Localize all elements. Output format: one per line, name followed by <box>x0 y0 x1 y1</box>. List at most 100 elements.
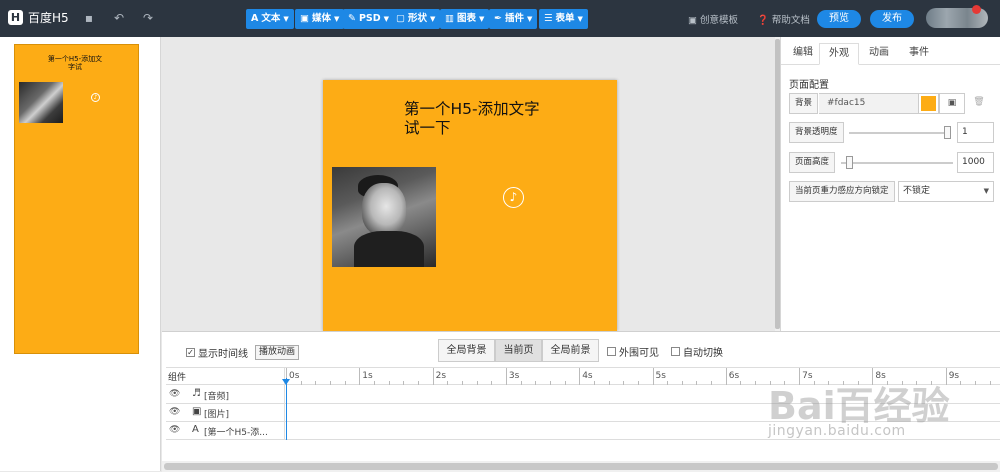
tab-animation[interactable]: 动画 <box>861 43 897 65</box>
bg-image-button[interactable]: ▣ <box>939 93 965 114</box>
ruler-tick-label: 9s <box>948 371 960 381</box>
image-icon: ▣ <box>300 13 309 24</box>
timeline-row[interactable]: 👁 A [第一个H5-添... <box>166 422 1000 440</box>
outer-visible-checkbox[interactable]: 外围可见 <box>607 344 659 359</box>
tab-edit[interactable]: 编辑 <box>787 43 819 65</box>
ruler-minor-tick <box>784 381 786 385</box>
template-icon: ▣ <box>688 15 700 26</box>
ruler-major-tick <box>505 368 507 385</box>
square-icon: ▢ <box>396 13 405 24</box>
psd-menu-button[interactable]: ✎ PSD ▼ <box>343 9 395 29</box>
eye-icon[interactable]: 👁 <box>169 389 180 399</box>
music-icon[interactable]: ♪ <box>503 187 524 208</box>
current-page-button[interactable]: 当前页 <box>495 339 542 362</box>
shape-menu-button[interactable]: ▢ 形状 ▼ <box>391 9 441 29</box>
page-height-slider-handle[interactable] <box>846 156 854 169</box>
media-menu-button[interactable]: ▣ 媒体 ▼ <box>295 9 345 29</box>
canvas-area: 第一个H5-添加文字试一下 ♪ <box>162 37 779 331</box>
bg-color-picker[interactable] <box>918 93 939 114</box>
ruler-minor-tick <box>535 381 537 385</box>
bg-label: 背景 <box>789 93 819 114</box>
ruler-minor-tick <box>520 381 522 385</box>
help-doc-link[interactable]: ❓ 帮助文档 <box>757 12 810 26</box>
thumbnail-title: 第一个H5-添加文字试 <box>47 55 103 71</box>
ruler-minor-tick <box>857 381 859 385</box>
ruler-minor-tick <box>989 381 991 385</box>
publish-button[interactable]: 发布 <box>870 10 914 28</box>
undo-icon[interactable]: ↶ <box>112 11 126 25</box>
page-text-element[interactable]: 第一个H5-添加文字试一下 <box>404 100 554 138</box>
ruler-major-tick <box>725 368 727 385</box>
timeline-scroll-thumb[interactable] <box>164 463 998 470</box>
ruler-minor-tick <box>593 381 595 385</box>
trash-icon[interactable]: 🗑 <box>971 93 987 114</box>
show-timeline-checkbox[interactable]: ✓ 显示时间线 <box>186 345 248 360</box>
page-thumbnail[interactable]: 第一个H5-添加文字试 ♪ <box>14 44 139 354</box>
ruler-minor-tick <box>901 381 903 385</box>
outer-visible-label: 外围可见 <box>619 348 659 359</box>
opacity-slider-track[interactable] <box>849 132 951 134</box>
h5-page[interactable]: 第一个H5-添加文字试一下 ♪ <box>323 80 617 331</box>
properties-tabs: 编辑 外观 动画 事件 <box>781 37 1000 65</box>
ruler-minor-tick <box>329 381 331 385</box>
logo[interactable]: H 百度H5 <box>8 9 69 26</box>
save-icon[interactable]: ▪ <box>82 11 96 25</box>
page-height-slider-track[interactable] <box>841 162 953 164</box>
psd-menu-label: PSD <box>358 13 381 24</box>
plugin-menu-label: 插件 <box>504 13 524 24</box>
redo-icon[interactable]: ↷ <box>141 11 155 25</box>
chart-menu-button[interactable]: ▥ 图表 ▼ <box>440 9 490 29</box>
form-menu-button[interactable]: ☰ 表单 ▼ <box>539 9 588 29</box>
top-bar: H 百度H5 ▪ ↶ ↷ A 文本 ▼ ▣ 媒体 ▼ ✎ PSD ▼ ▢ 形状 ▼ ▥ … <box>0 0 1000 37</box>
page-image-element[interactable] <box>332 167 436 267</box>
gravity-lock-label: 当前页重力感应方向锁定 <box>789 181 895 202</box>
ruler-tick-label: 5s <box>655 371 666 381</box>
tab-events[interactable]: 事件 <box>901 43 937 65</box>
ruler-minor-tick <box>315 381 317 385</box>
page-list-panel: 第一个H5-添加文字试 ♪ <box>0 37 161 471</box>
text-menu-button[interactable]: A 文本 ▼ <box>246 9 294 29</box>
timeline-ruler[interactable]: 组件 0s 1s 2s 3s 4s 5s 6s 7s 8s 9s <box>166 368 1000 385</box>
ruler-minor-tick <box>755 381 757 385</box>
gravity-lock-select[interactable]: 不锁定 ▼ <box>898 181 994 202</box>
list-icon: ☰ <box>544 13 553 24</box>
caret-down-icon: ▼ <box>983 187 989 195</box>
checkbox-checked-icon: ✓ <box>186 348 195 357</box>
auto-switch-checkbox[interactable]: 自动切换 <box>671 344 723 359</box>
ruler-minor-tick <box>960 381 962 385</box>
plugin-menu-button[interactable]: ✒ 插件 ▼ <box>489 9 538 29</box>
ruler-minor-tick <box>447 381 449 385</box>
caret-down-icon: ▼ <box>430 15 436 23</box>
timeline-row-name: [图片] <box>204 410 230 420</box>
bg-color-input[interactable]: #fdac15 <box>819 93 918 114</box>
timeline-row[interactable]: 👁 ▣ [图片] <box>166 404 1000 422</box>
ruler-minor-tick <box>681 381 683 385</box>
play-animation-button[interactable]: 播放动画 <box>255 345 300 360</box>
preview-button[interactable]: 预览 <box>817 10 861 28</box>
ruler-tick-label: 2s <box>435 371 447 381</box>
tab-appearance[interactable]: 外观 <box>819 43 859 65</box>
opacity-slider-handle[interactable] <box>944 126 951 139</box>
timeline-horizontal-scrollbar[interactable] <box>162 461 1000 472</box>
eye-icon[interactable]: 👁 <box>169 407 180 417</box>
ruler-major-tick <box>872 368 874 385</box>
caret-down-icon: ▼ <box>283 15 289 23</box>
text-menu-label: 文本 <box>261 13 281 24</box>
ruler-minor-tick <box>916 381 918 385</box>
playhead-line[interactable] <box>286 378 287 440</box>
logo-text: 百度H5 <box>28 11 69 25</box>
global-foreground-button[interactable]: 全局前景 <box>542 339 599 362</box>
chart-menu-label: 图表 <box>456 13 476 24</box>
page-height-input[interactable]: 1000 <box>957 152 994 173</box>
checkbox-unchecked-icon <box>671 347 680 356</box>
opacity-input[interactable]: 1 <box>957 122 994 143</box>
ruler-minor-tick <box>608 381 610 385</box>
global-background-button[interactable]: 全局背景 <box>438 339 495 362</box>
timeline: 组件 0s 1s 2s 3s 4s 5s 6s 7s 8s 9s 👁 ♬ [音频] 👁 ▣ [图片… <box>166 367 1000 472</box>
properties-panel: 编辑 外观 动画 事件 页面配置 背景 #fdac15 ▣ 🗑 背景透明度 1 … <box>780 37 1000 331</box>
ruler-minor-tick <box>564 381 566 385</box>
timeline-row[interactable]: 👁 ♬ [音频] <box>166 386 1000 404</box>
ruler-minor-tick <box>403 381 405 385</box>
eye-icon[interactable]: 👁 <box>169 425 180 435</box>
creative-template-link[interactable]: ▣ 创意模板 <box>688 12 738 26</box>
